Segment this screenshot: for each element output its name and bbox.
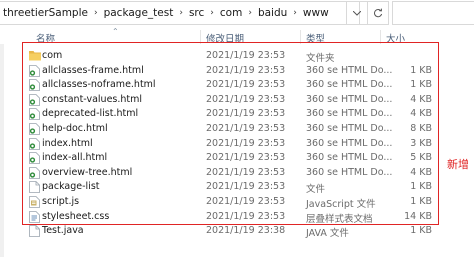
- breadcrumb-item[interactable]: baidu: [255, 7, 290, 19]
- file-modified-date: 2021/1/19 23:38: [206, 225, 286, 237]
- breadcrumb-item[interactable]: com: [217, 7, 245, 19]
- address-bar[interactable]: threetierSample › package_test › src › c…: [0, 1, 360, 25]
- breadcrumb-item[interactable]: package_test: [101, 7, 177, 19]
- highlight-box: [22, 42, 439, 225]
- breadcrumb-item[interactable]: src: [186, 7, 207, 19]
- chevron-right-icon[interactable]: ›: [290, 8, 300, 18]
- file-row[interactable]: Test.java 2021/1/19 23:38 JAVA 文件 1 KB: [0, 224, 474, 239]
- refresh-button[interactable]: [367, 1, 389, 25]
- search-box[interactable]: [392, 1, 474, 25]
- annotation-label: 新增: [447, 158, 469, 171]
- breadcrumb-item[interactable]: www: [300, 7, 332, 19]
- chevron-down-icon: [353, 10, 361, 16]
- history-dropdown-button[interactable]: [346, 1, 368, 25]
- file-size: 1 KB: [410, 225, 432, 237]
- chevron-right-icon[interactable]: ›: [91, 8, 101, 18]
- file-type: JAVA 文件: [306, 228, 349, 240]
- sort-up-icon: ⌃: [112, 27, 119, 36]
- breadcrumb-item[interactable]: threetierSample: [0, 7, 91, 19]
- refresh-icon: [374, 8, 383, 18]
- chevron-right-icon[interactable]: ›: [207, 8, 217, 18]
- chevron-right-icon[interactable]: ›: [176, 8, 186, 18]
- plain-file-icon: [29, 225, 40, 238]
- file-name: Test.java: [42, 225, 84, 237]
- address-bar-area: threetierSample › package_test › src › c…: [0, 0, 474, 28]
- chevron-right-icon[interactable]: ›: [245, 8, 255, 18]
